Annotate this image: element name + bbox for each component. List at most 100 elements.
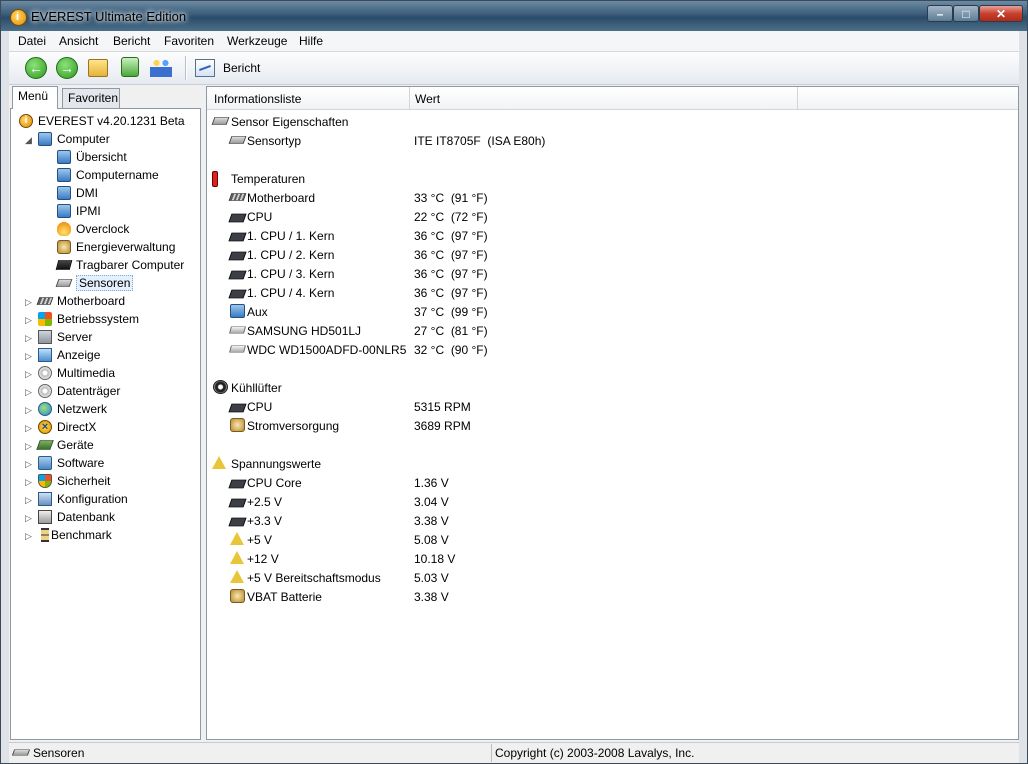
tree-item-directx[interactable]: × DirectX <box>38 418 96 435</box>
tree-item-betriebssystem[interactable]: Betriebssystem <box>38 310 139 327</box>
database-icon <box>38 509 52 524</box>
tree-item-label: Übersicht <box>76 149 127 164</box>
title-bar[interactable]: i EVEREST Ultimate Edition – □ ✕ <box>1 1 1027 31</box>
section-temperatures[interactable]: Temperaturen <box>207 169 1018 188</box>
list-item[interactable]: +5 V 5.08 V <box>207 530 1018 549</box>
list-item[interactable]: CPU Core 1.36 V <box>207 473 1018 492</box>
list-item[interactable]: CPU 5315 RPM <box>207 397 1018 416</box>
tree-item-netzwerk[interactable]: Netzwerk <box>38 400 107 417</box>
list-header: Informationsliste Wert <box>207 87 1018 110</box>
forward-button[interactable]: → <box>56 57 80 79</box>
motherboard-icon <box>36 296 54 305</box>
menu-werkzeuge[interactable]: Werkzeuge <box>227 34 287 48</box>
tree-item-software[interactable]: Software <box>38 454 104 471</box>
menu-favoriten[interactable]: Favoriten <box>164 34 214 48</box>
cpu-chip-icon <box>228 251 247 261</box>
list-item[interactable]: VBAT Batterie 3.38 V <box>207 587 1018 606</box>
list-item[interactable]: 1. CPU / 2. Kern 36 °C (97 °F) <box>207 245 1018 264</box>
list-item[interactable]: CPU 22 °C (72 °F) <box>207 207 1018 226</box>
expand-arrow-icon[interactable]: ▷ <box>25 423 32 434</box>
tab-favorites[interactable]: Favoriten <box>62 88 120 108</box>
status-copyright: Copyright (c) 2003-2008 Lavalys, Inc. <box>495 746 695 760</box>
field-label: 1. CPU / 3. Kern <box>247 267 335 281</box>
tree-item-uebersicht[interactable]: Übersicht <box>57 148 127 165</box>
cpu-chip-icon <box>228 270 247 280</box>
tree-item-dmi[interactable]: DMI <box>57 184 98 201</box>
menu-ansicht[interactable]: Ansicht <box>59 34 98 48</box>
menu-datei[interactable]: Datei <box>18 34 46 48</box>
users-button[interactable] <box>150 57 174 79</box>
cpu-chip-icon <box>228 232 247 242</box>
section-voltages[interactable]: Spannungswerte <box>207 454 1018 473</box>
expand-arrow-icon[interactable]: ▷ <box>25 369 32 380</box>
list-item[interactable]: SAMSUNG HD501LJ 27 °C (81 °F) <box>207 321 1018 340</box>
expand-arrow-icon[interactable]: ▷ <box>25 297 32 308</box>
tree-item-benchmark[interactable]: Benchmark <box>38 526 112 543</box>
collapse-arrow-icon[interactable]: ◢ <box>25 135 32 146</box>
expand-arrow-icon[interactable]: ▷ <box>25 315 32 326</box>
expand-arrow-icon[interactable]: ▷ <box>25 405 32 416</box>
minimize-button[interactable]: – <box>927 5 953 22</box>
tree-item-label: DMI <box>76 185 98 200</box>
users-icon <box>150 57 172 77</box>
tree-item-energieverwaltung[interactable]: Energieverwaltung <box>57 238 175 255</box>
list-item[interactable]: 1. CPU / 3. Kern 36 °C (97 °F) <box>207 264 1018 283</box>
expand-arrow-icon[interactable]: ▷ <box>25 333 32 344</box>
tree-item-computername[interactable]: Computername <box>57 166 159 183</box>
tree-item-sicherheit[interactable]: Sicherheit <box>38 472 110 489</box>
refresh-button[interactable] <box>119 57 143 79</box>
list-item[interactable]: Aux 37 °C (99 °F) <box>207 302 1018 321</box>
maximize-button[interactable]: □ <box>953 5 979 22</box>
tree-item-tragbarer-computer[interactable]: Tragbarer Computer <box>55 256 184 273</box>
tree-item-computer[interactable]: Computer <box>38 130 110 147</box>
column-divider[interactable] <box>409 87 410 109</box>
list-item[interactable]: +5 V Bereitschaftsmodus 5.03 V <box>207 568 1018 587</box>
section-fans[interactable]: Kühllüfter <box>207 378 1018 397</box>
expand-arrow-icon[interactable]: ▷ <box>25 459 32 470</box>
tree-item-label: Energieverwaltung <box>76 239 176 254</box>
list-item[interactable]: Motherboard 33 °C (91 °F) <box>207 188 1018 207</box>
tree-item-motherboard[interactable]: Motherboard <box>36 292 125 309</box>
expand-arrow-icon[interactable]: ▷ <box>25 531 32 542</box>
list-item[interactable]: +3.3 V 3.38 V <box>207 511 1018 530</box>
tab-menu[interactable]: Menü <box>12 86 58 109</box>
list-item[interactable]: 1. CPU / 1. Kern 36 °C (97 °F) <box>207 226 1018 245</box>
left-panel: Menü Favoriten i EVEREST v4.20.1231 Beta… <box>10 86 201 740</box>
list-item[interactable]: Stromversorgung 3689 RPM <box>207 416 1018 435</box>
column-header-field[interactable]: Informationsliste <box>214 92 301 106</box>
up-button[interactable] <box>88 57 112 79</box>
tree-item-geraete[interactable]: Geräte <box>36 436 94 453</box>
expand-arrow-icon[interactable]: ▷ <box>25 495 32 506</box>
tree-item-overclock[interactable]: Overclock <box>57 220 129 237</box>
expand-arrow-icon[interactable]: ▷ <box>25 477 32 488</box>
list-item[interactable]: +2.5 V 3.04 V <box>207 492 1018 511</box>
menu-bericht[interactable]: Bericht <box>113 34 150 48</box>
list-item[interactable]: 1. CPU / 4. Kern 36 °C (97 °F) <box>207 283 1018 302</box>
tree-item-server[interactable]: Server <box>38 328 92 345</box>
tree-root[interactable]: i EVEREST v4.20.1231 Beta <box>19 112 185 129</box>
expand-arrow-icon[interactable]: ▷ <box>25 441 32 452</box>
list-item[interactable]: +12 V 10.18 V <box>207 549 1018 568</box>
tree-item-konfiguration[interactable]: Konfiguration <box>38 490 128 507</box>
tree-item-datenbank[interactable]: Datenbank <box>38 508 115 525</box>
list-item[interactable]: Sensortyp ITE IT8705F (ISA E80h) <box>207 131 1018 150</box>
close-button[interactable]: ✕ <box>979 5 1023 22</box>
expand-arrow-icon[interactable]: ▷ <box>25 387 32 398</box>
menu-hilfe[interactable]: Hilfe <box>299 34 323 48</box>
tree-item-multimedia[interactable]: Multimedia <box>38 364 115 381</box>
computer-icon <box>57 167 71 182</box>
tree-item-sensoren[interactable]: Sensoren <box>55 274 134 291</box>
list-item[interactable]: WDC WD1500ADFD-00NLR5 32 °C (90 °F) <box>207 340 1018 359</box>
expand-arrow-icon[interactable]: ▷ <box>25 351 32 362</box>
tree-item-anzeige[interactable]: Anzeige <box>38 346 100 363</box>
status-current-page: Sensoren <box>33 746 85 760</box>
fan-icon <box>213 380 228 394</box>
everest-app-icon[interactable]: i <box>10 9 27 26</box>
section-sensor-properties[interactable]: Sensor Eigenschaften <box>207 112 1018 131</box>
column-divider[interactable] <box>797 87 798 109</box>
tree-item-datentraeger[interactable]: Datenträger <box>38 382 120 399</box>
tree-item-ipmi[interactable]: IPMI <box>57 202 101 219</box>
expand-arrow-icon[interactable]: ▷ <box>25 513 32 524</box>
column-header-value[interactable]: Wert <box>415 92 440 106</box>
back-button[interactable]: ← <box>25 57 49 79</box>
